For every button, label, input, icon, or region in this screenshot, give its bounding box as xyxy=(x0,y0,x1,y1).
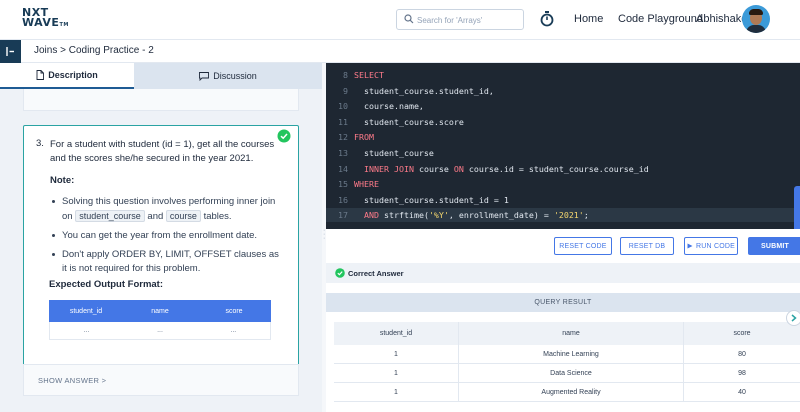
nxtwave-logo[interactable]: NXT WAVETM xyxy=(22,7,69,30)
code-line[interactable]: 14 INNER JOIN course ON course.id = stud… xyxy=(326,162,800,176)
user-name[interactable]: Abhishake xyxy=(696,13,747,25)
chevron-right-icon xyxy=(791,314,797,322)
expected-output-table: student_id name score ... ... ... xyxy=(49,300,271,340)
reset-code-button[interactable]: RESET CODE xyxy=(554,237,612,255)
code-text: student_course xyxy=(354,148,434,158)
table-row: 1 Augmented Reality 40 xyxy=(334,383,800,402)
check-circle-icon xyxy=(335,268,345,278)
note-item: Solving this question involves performin… xyxy=(50,195,280,224)
code-line[interactable]: 9 student_course.student_id, xyxy=(326,84,800,98)
search-box[interactable] xyxy=(396,9,524,30)
play-icon xyxy=(687,243,693,249)
line-number: 12 xyxy=(338,132,348,143)
status-text: Correct Answer xyxy=(348,269,404,278)
sidebar-toggle-button[interactable] xyxy=(0,40,21,63)
line-number: 11 xyxy=(338,116,348,127)
run-code-button[interactable]: RUN CODE xyxy=(684,237,738,255)
query-result-table: student_id name score 1 Machine Learning… xyxy=(334,322,800,402)
breadcrumb-bar: Joins > Coding Practice - 2 xyxy=(0,40,800,63)
nav-home-link[interactable]: Home xyxy=(574,13,603,25)
table-row: ... ... ... xyxy=(49,322,271,340)
nav-code-playground-link[interactable]: Code Playground xyxy=(618,13,703,25)
check-circle-icon xyxy=(277,129,291,143)
show-answer-button[interactable]: SHOW ANSWER > xyxy=(38,376,106,385)
reset-db-button[interactable]: RESET DB xyxy=(620,237,674,255)
line-number: 14 xyxy=(338,163,348,174)
code-text: FROM xyxy=(354,132,374,143)
description-previous-section xyxy=(23,89,299,111)
question-number: 3. xyxy=(36,138,44,149)
show-answer-section: SHOW ANSWER > xyxy=(23,364,299,396)
code-chip: course xyxy=(165,210,201,222)
tab-description[interactable]: Description xyxy=(0,63,134,89)
tab-discussion[interactable]: Discussion xyxy=(134,63,322,89)
line-number: 13 xyxy=(338,148,348,158)
code-line[interactable]: 11 student_course.score xyxy=(326,115,800,129)
result-table-header: student_id name score xyxy=(334,322,800,345)
table-row: 1 Data Science 98 xyxy=(334,364,800,383)
line-number: 10 xyxy=(338,101,348,112)
note-list: Solving this question involves performin… xyxy=(50,195,280,281)
code-line[interactable]: 13 student_course xyxy=(326,146,800,160)
top-header: NXT WAVETM Home Code Playground Abhishak… xyxy=(0,0,800,40)
avatar[interactable] xyxy=(742,5,770,33)
query-result-panel: QUERY RESULT student_id name score 1 Mac… xyxy=(326,283,800,412)
question-text: For a student with student (id = 1), get… xyxy=(50,139,275,164)
line-number: 16 xyxy=(338,194,348,205)
code-text: student_course.student_id, xyxy=(354,85,494,96)
note-title: Note: xyxy=(50,175,75,186)
chat-icon xyxy=(199,71,210,81)
line-number: 15 xyxy=(338,179,348,190)
code-line[interactable]: 16 student_course.student_id = 1 xyxy=(326,193,800,207)
code-chip: student_course xyxy=(75,210,145,222)
note-item: Don't apply ORDER BY, LIMIT, OFFSET clau… xyxy=(50,248,280,276)
query-result-title: QUERY RESULT xyxy=(326,293,800,312)
code-text: student_course.score xyxy=(354,116,464,127)
code-text: WHERE xyxy=(354,179,379,190)
result-status: Correct Answer xyxy=(326,263,800,283)
code-line[interactable]: 8 SELECT xyxy=(326,68,800,82)
code-text: course.name, xyxy=(354,101,424,112)
code-line[interactable]: 17 AND strftime('%Y', enrollment_date) =… xyxy=(326,208,800,223)
code-line[interactable]: 12 FROM xyxy=(326,130,800,144)
document-icon xyxy=(36,70,45,80)
table-row: 1 Machine Learning 80 xyxy=(334,345,800,364)
code-text: student_course.student_id = 1 xyxy=(354,194,509,205)
breadcrumb: Joins > Coding Practice - 2 xyxy=(34,45,154,56)
expected-output-header: student_id name score xyxy=(49,300,271,322)
description-panel: Description Discussion 3. For a student … xyxy=(0,63,322,412)
tab-bar: Description Discussion xyxy=(0,63,322,89)
expected-output-title: Expected Output Format: xyxy=(49,279,164,290)
search-input[interactable] xyxy=(417,12,521,28)
search-icon xyxy=(404,14,414,24)
submit-button[interactable]: SUBMIT xyxy=(748,237,800,255)
code-text: AND strftime('%Y', enrollment_date) = '2… xyxy=(354,210,589,221)
editor-toolbar: RESET CODE RESET DB RUN CODE SUBMIT xyxy=(326,229,800,263)
line-number: 17 xyxy=(338,210,348,221)
code-line[interactable]: 15 WHERE xyxy=(326,177,800,191)
sidebar-toggle-icon xyxy=(6,47,14,56)
code-text: INNER JOIN course ON course.id = student… xyxy=(354,163,649,174)
collapse-panel-button[interactable] xyxy=(786,310,800,326)
code-line[interactable]: 10 course.name, xyxy=(326,99,800,113)
line-number: 9 xyxy=(343,85,348,96)
line-number: 8 xyxy=(343,70,348,80)
note-item: You can get the year from the enrollment… xyxy=(50,229,280,243)
timer-icon[interactable] xyxy=(540,11,554,27)
code-text: SELECT xyxy=(354,70,384,80)
drag-handle-icon: · · · xyxy=(323,227,326,242)
code-editor[interactable]: 8 SELECT 9 student_course.student_id, 10 co… xyxy=(326,63,800,229)
